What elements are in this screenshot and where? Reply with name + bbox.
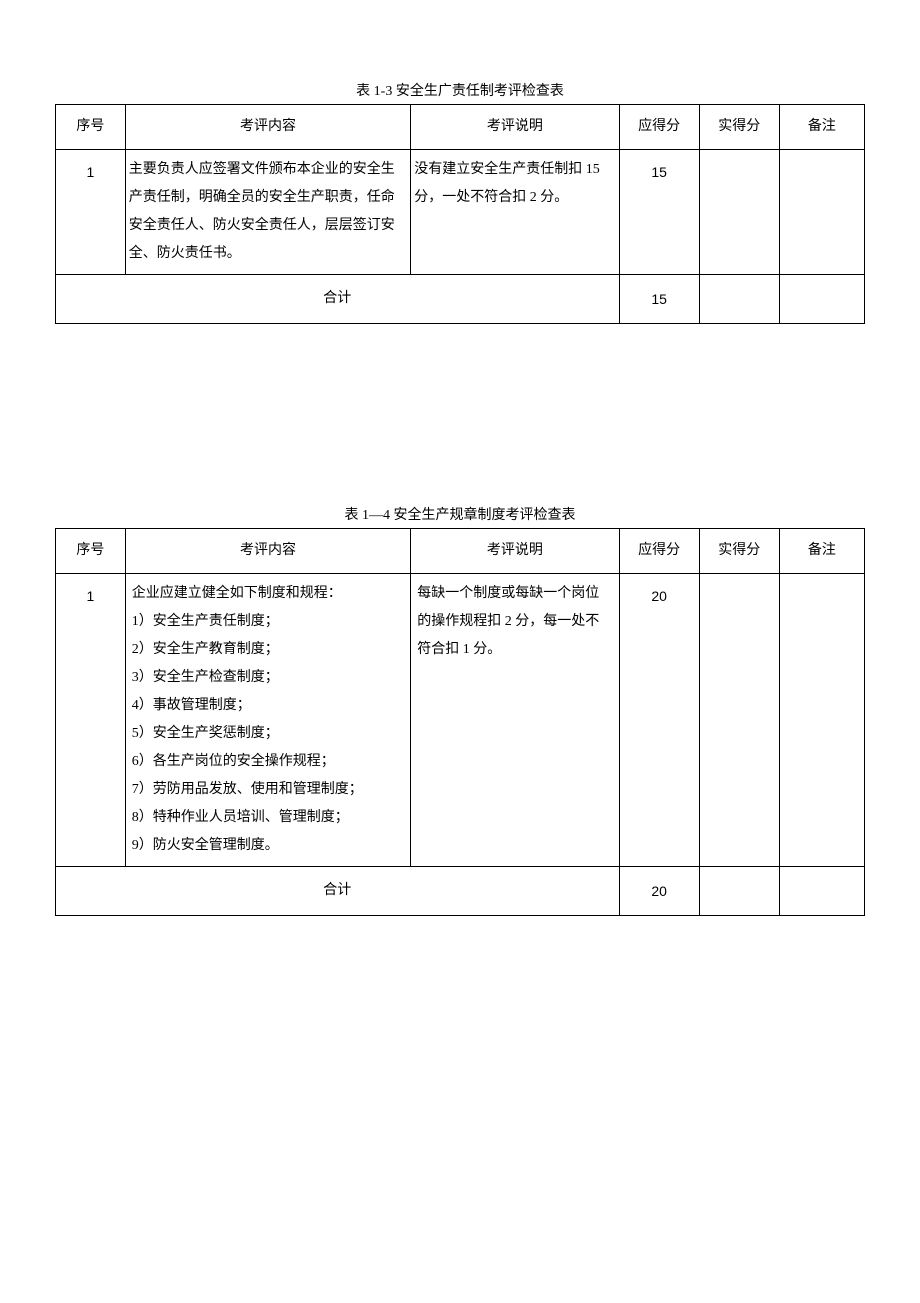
table1-sum-remark	[779, 275, 864, 324]
table1-header-score: 应得分	[619, 105, 699, 150]
table1-row-content: 主要负责人应签署文件颁布本企业的安全生产责任制，明确全员的安全生产职责，任命安全…	[125, 150, 410, 275]
table2-row-seq: 1	[56, 574, 126, 867]
table1-header-actual: 实得分	[699, 105, 779, 150]
table1-sum-row: 合计 15	[56, 275, 865, 324]
table2-sum-actual	[699, 867, 779, 916]
table1-row-desc: 没有建立安全生产责任制扣 15 分，一处不符合扣 2 分。	[411, 150, 619, 275]
table1-sum-label: 合计	[56, 275, 620, 324]
table2: 序号 考评内容 考评说明 应得分 实得分 备注 1 企业应建立健全如下制度和规程…	[55, 528, 865, 916]
table1-header-row: 序号 考评内容 考评说明 应得分 实得分 备注	[56, 105, 865, 150]
t2-content-line-5: 5）安全生产奖惩制度；	[132, 720, 404, 748]
table2-title: 表 1—4 安全生产规章制度考评检查表	[55, 504, 865, 524]
table2-header-row: 序号 考评内容 考评说明 应得分 实得分 备注	[56, 529, 865, 574]
table1-row: 1 主要负责人应签署文件颁布本企业的安全生产责任制，明确全员的安全生产职责，任命…	[56, 150, 865, 275]
t2-content-line-6: 6）各生产岗位的安全操作规程；	[132, 748, 404, 776]
table2-sum-score: 20	[619, 867, 699, 916]
table2-row-remark	[779, 574, 864, 867]
table1-row-score: 15	[619, 150, 699, 275]
table1-sum-actual	[699, 275, 779, 324]
t2-content-line-9: 9）防火安全管理制度。	[132, 832, 404, 860]
table2-sum-label: 合计	[56, 867, 620, 916]
table1-header-desc: 考评说明	[411, 105, 619, 150]
table2-row-desc: 每缺一个制度或每缺一个岗位的操作规程扣 2 分，每一处不符合扣 1 分。	[411, 574, 619, 867]
table2-header-remark: 备注	[779, 529, 864, 574]
table2-header-desc: 考评说明	[411, 529, 619, 574]
t2-content-line-8: 8）特种作业人员培训、管理制度；	[132, 804, 404, 832]
t2-content-line-2: 2）安全生产教育制度；	[132, 636, 404, 664]
t2-content-line-3: 3）安全生产检查制度；	[132, 664, 404, 692]
table2-header-seq: 序号	[56, 529, 126, 574]
table1: 序号 考评内容 考评说明 应得分 实得分 备注 1 主要负责人应签署文件颁布本企…	[55, 104, 865, 324]
t2-content-line-1: 1）安全生产责任制度；	[132, 608, 404, 636]
table1-row-seq: 1	[56, 150, 126, 275]
table1-header-seq: 序号	[56, 105, 126, 150]
table2-row-score: 20	[619, 574, 699, 867]
table2-header-actual: 实得分	[699, 529, 779, 574]
table1-title: 表 1-3 安全生广责任制考评检查表	[55, 80, 865, 100]
table1-header-content: 考评内容	[125, 105, 410, 150]
table1-header-remark: 备注	[779, 105, 864, 150]
table2-row-content: 企业应建立健全如下制度和规程： 1）安全生产责任制度； 2）安全生产教育制度； …	[125, 574, 410, 867]
t2-content-line-4: 4）事故管理制度；	[132, 692, 404, 720]
table1-sum-score: 15	[619, 275, 699, 324]
t2-content-line-7: 7）劳防用品发放、使用和管理制度；	[132, 776, 404, 804]
table2-header-score: 应得分	[619, 529, 699, 574]
table2-row-actual	[699, 574, 779, 867]
table2-sum-row: 合计 20	[56, 867, 865, 916]
table1-row-actual	[699, 150, 779, 275]
table2-sum-remark	[779, 867, 864, 916]
table2-row: 1 企业应建立健全如下制度和规程： 1）安全生产责任制度； 2）安全生产教育制度…	[56, 574, 865, 867]
t2-content-line-0: 企业应建立健全如下制度和规程：	[132, 580, 404, 608]
table1-row-remark	[779, 150, 864, 275]
table2-header-content: 考评内容	[125, 529, 410, 574]
